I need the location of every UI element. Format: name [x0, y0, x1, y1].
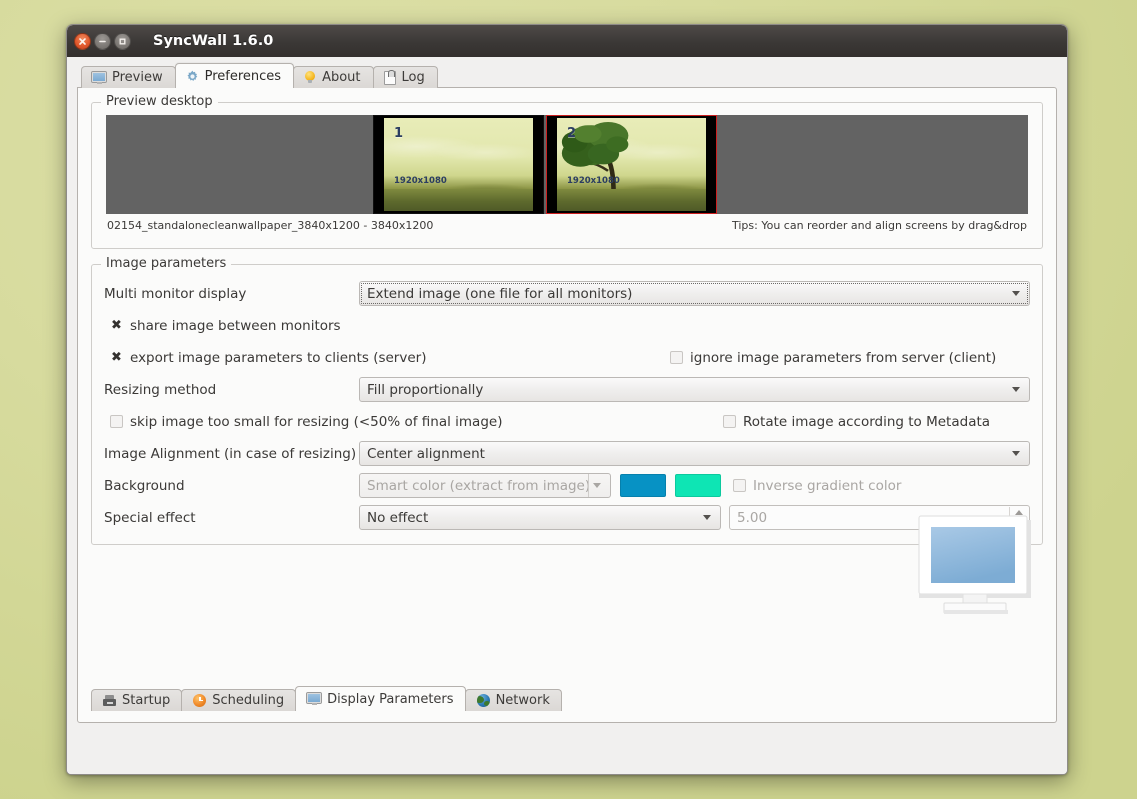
clipboard-icon: [384, 71, 396, 85]
chevron-down-icon: [1012, 387, 1020, 392]
lightbulb-icon: [304, 71, 316, 84]
multi-monitor-row: Multi monitor display Extend image (one …: [104, 281, 1030, 306]
background-row: Background Smart color (extract from ima…: [104, 473, 1030, 498]
share-image-row: ✖ share image between monitors: [104, 313, 1030, 338]
drag-drop-tip: Tips: You can reorder and align screens …: [732, 219, 1027, 232]
inverse-gradient-label: Inverse gradient color: [753, 478, 901, 494]
preview-desktop-title: Preview desktop: [101, 94, 218, 109]
special-effect-row: Special effect No effect 5.00: [104, 505, 1030, 530]
wallpaper-filename: 02154_standalonecleanwallpaper_3840x1200…: [107, 219, 433, 232]
resizing-method-value: Fill proportionally: [367, 382, 1008, 398]
screen-resolution: 1920x1080: [394, 176, 447, 186]
image-alignment-value: Center alignment: [367, 446, 1008, 462]
syncwall-window: SyncWall 1.6.0 Preview Preferences Abou: [66, 24, 1068, 775]
checkbox-unchecked-icon: [723, 415, 736, 428]
disk-icon: [103, 695, 116, 706]
checkbox-checked-icon: ✖: [110, 351, 123, 364]
chevron-down-icon: [703, 515, 711, 520]
skip-small-image-checkbox[interactable]: skip image too small for resizing (<50% …: [110, 414, 723, 430]
bottom-tab-startup-label: Startup: [122, 693, 170, 708]
window-titlebar: SyncWall 1.6.0: [67, 25, 1067, 57]
share-image-label: share image between monitors: [130, 318, 341, 334]
screen-thumbnail-1[interactable]: 1 1920x1080: [373, 115, 544, 214]
multi-monitor-value: Extend image (one file for all monitors): [367, 286, 1008, 302]
bottom-tab-scheduling-label: Scheduling: [212, 693, 284, 708]
preview-desktop-group: Preview desktop 1 1920x1080: [91, 102, 1043, 249]
share-image-checkbox[interactable]: ✖ share image between monitors: [110, 318, 341, 334]
export-params-label: export image parameters to clients (serv…: [130, 350, 426, 366]
image-parameters-title: Image parameters: [101, 256, 231, 271]
window-body: Preview Preferences About Log: [67, 57, 1067, 775]
clock-icon: [193, 694, 206, 707]
export-params-row: ✖ export image parameters to clients (se…: [104, 345, 1030, 370]
bottom-tab-display-parameters[interactable]: Display Parameters: [295, 686, 465, 711]
background-color-swatch-1[interactable]: [620, 474, 666, 497]
special-effect-select[interactable]: No effect: [359, 505, 721, 530]
rotate-metadata-checkbox[interactable]: Rotate image according to Metadata: [723, 414, 990, 430]
chevron-down-icon: [593, 483, 601, 488]
rotate-metadata-label: Rotate image according to Metadata: [743, 414, 990, 430]
screen-resolution: 1920x1080: [567, 176, 620, 186]
checkbox-unchecked-icon: [110, 415, 123, 428]
globe-icon: [477, 694, 490, 707]
background-mode-value: Smart color (extract from image): [367, 478, 588, 494]
tab-preferences-label: Preferences: [205, 69, 281, 84]
monitor-icon: [307, 693, 321, 705]
preferences-panel: Preview desktop 1 1920x1080: [77, 87, 1057, 723]
resizing-method-select[interactable]: Fill proportionally: [359, 377, 1030, 402]
ignore-params-checkbox[interactable]: ignore image parameters from server (cli…: [670, 350, 996, 366]
background-label: Background: [104, 478, 359, 494]
screen-number: 2: [567, 126, 576, 141]
tab-log-label: Log: [402, 70, 425, 85]
image-alignment-row: Image Alignment (in case of resizing) Ce…: [104, 441, 1030, 466]
tab-about[interactable]: About: [293, 66, 373, 88]
chevron-down-icon: [1012, 291, 1020, 296]
resizing-method-label: Resizing method: [104, 382, 359, 398]
screen-number: 1: [394, 126, 403, 141]
skip-small-image-label: skip image too small for resizing (<50% …: [130, 414, 502, 430]
window-title: SyncWall 1.6.0: [153, 33, 273, 49]
resizing-method-row: Resizing method Fill proportionally: [104, 377, 1030, 402]
tab-preview[interactable]: Preview: [81, 66, 176, 88]
multi-monitor-label: Multi monitor display: [104, 286, 359, 302]
monitor-icon: [92, 72, 106, 84]
tab-about-label: About: [322, 70, 360, 85]
special-effect-amount-value: 5.00: [737, 510, 767, 526]
checkbox-unchecked-icon: [733, 479, 746, 492]
inverse-gradient-checkbox[interactable]: Inverse gradient color: [733, 478, 901, 494]
checkbox-checked-icon: ✖: [110, 319, 123, 332]
monitor-illustration-icon: [916, 514, 1034, 614]
close-window-button[interactable]: [74, 33, 91, 50]
preview-info-row: 02154_standalonecleanwallpaper_3840x1200…: [106, 214, 1028, 232]
chevron-down-icon: [1012, 451, 1020, 456]
bottom-tab-startup[interactable]: Startup: [91, 689, 182, 711]
bottom-tab-network[interactable]: Network: [465, 689, 562, 711]
background-color-swatch-2[interactable]: [675, 474, 721, 497]
bottom-tab-scheduling[interactable]: Scheduling: [181, 689, 296, 711]
special-effect-value: No effect: [367, 510, 699, 526]
background-mode-select[interactable]: Smart color (extract from image): [359, 473, 611, 498]
maximize-window-button[interactable]: [114, 33, 131, 50]
skip-rotate-row: skip image too small for resizing (<50% …: [104, 409, 1030, 434]
minimize-window-button[interactable]: [94, 33, 111, 50]
export-params-checkbox[interactable]: ✖ export image parameters to clients (se…: [110, 350, 670, 366]
tab-log[interactable]: Log: [373, 66, 438, 88]
image-parameters-group: Image parameters Multi monitor display E…: [91, 264, 1043, 545]
screen-thumbnail-2[interactable]: 2 1920x1080: [546, 115, 717, 214]
checkbox-unchecked-icon: [670, 351, 683, 364]
image-alignment-label: Image Alignment (in case of resizing): [104, 446, 359, 462]
ignore-params-label: ignore image parameters from server (cli…: [690, 350, 996, 366]
screens-strip[interactable]: 1 1920x1080: [106, 115, 1028, 214]
special-effect-label: Special effect: [104, 510, 359, 526]
gear-icon: [186, 70, 199, 83]
tab-preferences[interactable]: Preferences: [175, 63, 294, 88]
sub-tab-bar: Startup Scheduling Display Parameters Ne…: [91, 686, 561, 711]
image-alignment-select[interactable]: Center alignment: [359, 441, 1030, 466]
tab-preview-label: Preview: [112, 70, 163, 85]
main-tab-bar: Preview Preferences About Log: [77, 65, 1057, 88]
bottom-tab-display-parameters-label: Display Parameters: [327, 692, 453, 707]
bottom-tab-network-label: Network: [496, 693, 550, 708]
multi-monitor-display-select[interactable]: Extend image (one file for all monitors): [359, 281, 1030, 306]
